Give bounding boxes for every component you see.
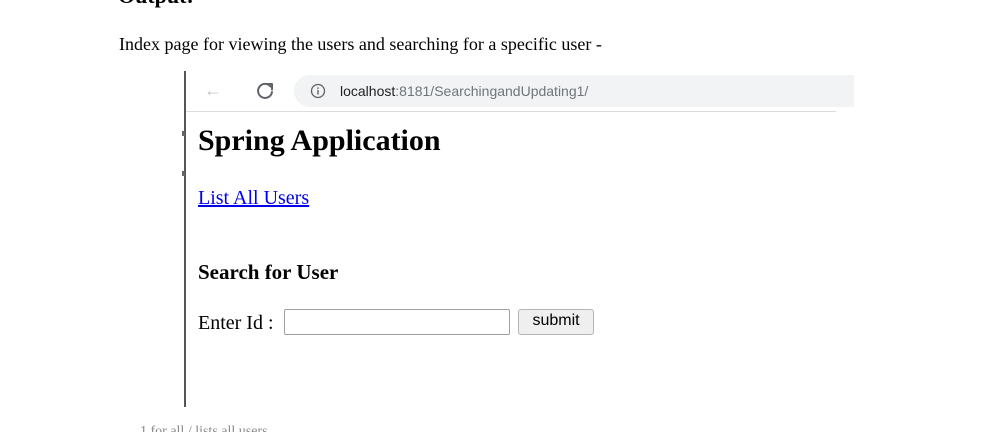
browser-screenshot: ← localhost:8181/SearchingandUpdating1/ … bbox=[182, 71, 854, 407]
document-caption: Index page for viewing the users and sea… bbox=[119, 34, 602, 54]
reload-icon[interactable] bbox=[254, 80, 276, 102]
address-bar[interactable]: localhost:8181/SearchingandUpdating1/ bbox=[294, 75, 854, 107]
screenshot-edge-mark bbox=[182, 131, 185, 136]
back-arrow-icon[interactable]: ← bbox=[204, 79, 222, 101]
id-label: Enter Id : bbox=[198, 312, 274, 334]
info-icon[interactable] bbox=[310, 83, 326, 99]
url-host: localhost bbox=[340, 83, 396, 99]
submit-button[interactable]: submit bbox=[518, 309, 594, 335]
page-title: Spring Application bbox=[198, 124, 441, 157]
browser-toolbar: ← localhost:8181/SearchingandUpdating1/ bbox=[186, 71, 854, 112]
id-input[interactable] bbox=[284, 309, 510, 335]
screenshot-edge-mark bbox=[182, 171, 185, 176]
document-footer-fragment: 1 for all / lists all users bbox=[140, 424, 268, 432]
list-all-users-link[interactable]: List All Users bbox=[198, 186, 309, 210]
url-path: :8181/SearchingandUpdating1/ bbox=[395, 83, 589, 99]
document-heading: Output: bbox=[118, 0, 194, 8]
url-text[interactable]: localhost:8181/SearchingandUpdating1/ bbox=[340, 82, 588, 100]
search-heading: Search for User bbox=[198, 260, 339, 284]
